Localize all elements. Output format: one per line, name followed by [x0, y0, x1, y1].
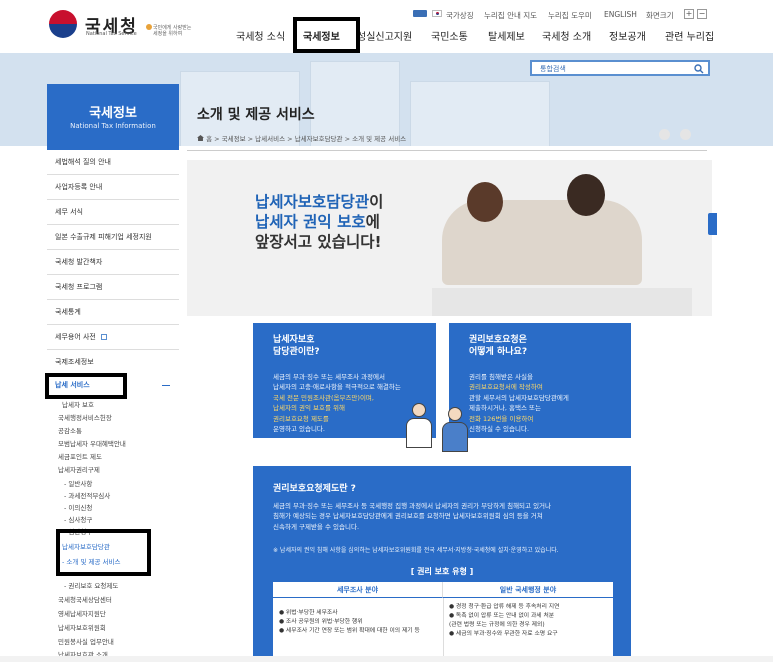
illustration-people — [404, 393, 474, 459]
lnb-sub-item[interactable]: - 일반사항 — [64, 478, 92, 488]
gnb-item-about[interactable]: 국세청 소개 — [542, 28, 591, 43]
gnb-item-related[interactable]: 관련 누리집 — [665, 28, 714, 43]
search-input[interactable] — [540, 64, 690, 74]
minus-icon — [162, 385, 170, 386]
gnb-item-report[interactable]: 탈세제보 — [488, 28, 525, 43]
gnb-item-disclosure[interactable]: 정보공개 — [609, 28, 646, 43]
lnb-item[interactable]: 세법해석 질의 안내 — [47, 150, 179, 175]
lnb-sub-item[interactable]: - 과세전적부심사 — [64, 490, 110, 500]
slogan: 국민에게 사랑받는 세정을 위하여 — [153, 25, 192, 37]
search-button[interactable] — [693, 62, 705, 74]
lnb-sub-item[interactable]: 납세자권리구제 — [58, 464, 100, 474]
symbol-icon — [413, 10, 427, 17]
table-header: 세무조사 분야 — [273, 582, 443, 598]
national-flag-icon — [432, 10, 442, 17]
external-link-icon — [101, 334, 108, 340]
lnb-item[interactable]: 국세통계 — [47, 300, 179, 325]
lnb-sub-item[interactable]: 국세청국세상담센터 — [58, 594, 112, 604]
page-bottom-strip — [0, 656, 773, 662]
search-box — [530, 60, 710, 76]
font-size-plus-button[interactable]: + — [684, 9, 694, 19]
protection-type-table: 세무조사 분야 일반 국세행정 분야 ● 위법·부당한 세무조사 ● 조사 공무… — [273, 582, 613, 662]
table-cell: ● 위법·부당한 세무조사 ● 조사 공무원의 위법·부당한 행위 ● 세무조사… — [279, 610, 420, 634]
lnb-item[interactable]: 국세청 프로그램 — [47, 275, 179, 300]
banner-text: 납세자보호담당관이 납세자 권익 보호에 앞장서고 있습니다! — [255, 193, 384, 251]
page-title: 소개 및 제공 서비스 — [197, 107, 315, 123]
util-font-size-label: 화면크기 — [646, 11, 674, 20]
util-link-help[interactable]: 누리집 도우미 — [548, 10, 592, 21]
search-icon — [694, 64, 704, 74]
quick-menu-tab[interactable] — [708, 213, 717, 235]
lnb-sub-item[interactable]: 민원봉사실 업무안내 — [58, 636, 114, 646]
gnb-item-communication[interactable]: 국민소통 — [431, 28, 468, 43]
lnb-item[interactable]: 일본 수출규제 피해기업 세정지원 — [47, 225, 179, 250]
lnb-header: 국세정보 National Tax Information — [47, 84, 179, 150]
hero-banner: 납세자보호담당관이 납세자 권익 보호에 앞장서고 있습니다! — [187, 160, 712, 316]
note: ※ 납세자의 권익 침해 사항을 심의하는 납세자보호위원회를 전국 세무서·지… — [273, 547, 559, 554]
nts-logo-icon[interactable] — [49, 10, 77, 38]
lnb-title: 국세정보 — [89, 106, 137, 121]
util-link-english[interactable]: ENGLISH — [604, 10, 637, 19]
banner-person-woman — [467, 182, 503, 222]
lnb-sub-item[interactable]: - 권리보호 요청제도 — [64, 580, 118, 590]
kind-title: [ 권리 보호 유형 ] — [410, 567, 474, 576]
lnb-sub-item[interactable]: - 이의신청 — [64, 502, 92, 512]
breadcrumb: 홈 > 국세정보 > 납세서비스 > 납세자보호담당관 > 소개 및 제공 서비… — [197, 133, 406, 143]
home-icon[interactable] — [197, 135, 204, 141]
lnb-item[interactable]: 국세청 발간책자 — [47, 250, 179, 275]
util-link-symbols[interactable]: 국가상징 — [446, 10, 474, 21]
table-cell: ● 경정 청구·환급 압류 해제 등 후속처리 지연 ● 독촉 없이 압류 또는… — [449, 604, 560, 637]
gnb-item-tax-info[interactable]: 국세정보 — [303, 28, 340, 43]
gnb-item-news[interactable]: 국세청 소식 — [236, 28, 285, 43]
lnb-sub-item[interactable]: 공감소통 — [58, 425, 82, 435]
table-header: 일반 국세행정 분야 — [443, 582, 613, 598]
lnb-sub-item[interactable]: 세금포인트 제도 — [58, 451, 102, 461]
section-title: 권리보호요청제도란 ? — [273, 484, 356, 494]
banner-person-man — [567, 174, 605, 216]
lnb-sub-item[interactable]: 영세납세자지원단 — [58, 608, 106, 618]
title-divider — [187, 150, 707, 151]
print-icon[interactable] — [659, 129, 670, 140]
info-box-how-to-apply: 권리보호요청은 어떻게 하나요? 권리를 침해받은 사실을 권리보호요청서에 작성… — [449, 323, 631, 438]
banner-desk — [432, 288, 692, 316]
lnb-sub-item[interactable]: 납세자보호위원회 — [58, 622, 106, 632]
lnb-sub-item[interactable]: 국세행정서비스헌장 — [58, 412, 112, 422]
annotation-box — [56, 529, 151, 576]
lnb-sub-item[interactable]: - 심사청구 — [64, 514, 92, 524]
site-logo-subtext: National Tax Service — [86, 31, 137, 37]
gnb-item-filing[interactable]: 성실신고지원 — [357, 28, 412, 43]
rights-protection-box: 권리보호요청제도란 ? 세금의 부과·징수 또는 세무조사 등 국세행정 집행 … — [253, 466, 631, 662]
slogan-emblem-icon — [146, 24, 152, 30]
lnb-subtitle: National Tax Information — [70, 122, 156, 130]
lnb-item[interactable]: 사업자등록 안내 — [47, 175, 179, 200]
lnb-sub-item[interactable]: 모범납세자 우대혜택안내 — [58, 438, 126, 448]
lnb-item-glossary[interactable]: 세무용어 사전 — [47, 325, 179, 350]
font-size-minus-button[interactable]: − — [697, 9, 707, 19]
lnb-item[interactable]: 국제조세정보 — [47, 350, 179, 375]
annotation-box — [45, 373, 127, 399]
lnb-item[interactable]: 세무 서식 — [47, 200, 179, 225]
share-icon[interactable] — [680, 129, 691, 140]
util-link-sitemap[interactable]: 누리집 안내 지도 — [484, 10, 537, 21]
lnb-sub-item[interactable]: 납세자 보호 — [62, 399, 94, 409]
